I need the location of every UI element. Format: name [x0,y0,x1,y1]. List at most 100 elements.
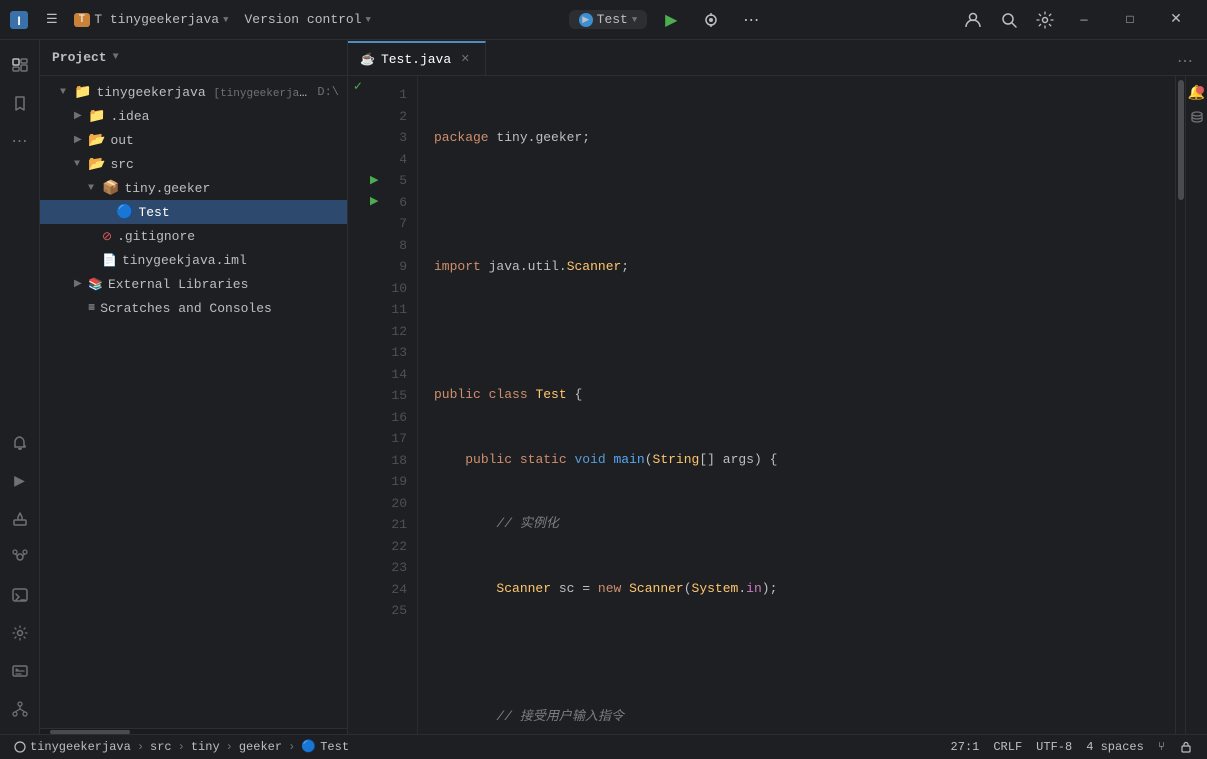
java-file-tab-icon: ☕ [360,52,375,67]
tree-item-gitignore[interactable]: ⊘ .gitignore [40,224,347,248]
vcs-button[interactable] [3,692,37,726]
tree-item-out[interactable]: ▶ 📂 out [40,128,347,152]
icon-bar-bottom: ▶ [3,464,37,726]
editor-scrollbar-track[interactable] [1175,76,1185,734]
git-branch-button[interactable]: ⑂ [1152,735,1171,759]
vcs-notifications-button[interactable]: 🔔 [1188,84,1206,102]
project-panel-title: Project [52,50,107,65]
line-num-5: ▶5 [368,170,417,192]
more-run-options-button[interactable]: ⋯ [735,4,767,36]
restore-button[interactable]: □ [1107,0,1153,40]
line-num-18: 18 [368,450,417,472]
encoding-label: UTF-8 [1036,740,1072,754]
tree-item-package[interactable]: ▼ 📦 tiny.geeker [40,176,347,200]
tree-item-src[interactable]: ▼ 📂 src [40,152,347,176]
sidebar-scrollbar-track[interactable] [40,728,347,734]
version-control-menu[interactable]: Version control ▼ [237,0,379,40]
gutter-line-6 [348,184,368,206]
breadcrumb-sep-4: › [288,740,295,754]
terminal-button[interactable] [3,578,37,612]
gutter-line-14 [348,356,368,378]
code-editor[interactable]: package tiny.geeker; import java.util.Sc… [418,76,1175,734]
line-numbers: 1 2 3 4 ▶5 ▶6 7 8 9 10 11 12 13 14 15 16 [368,76,418,734]
cursor-position-label: 27:1 [951,740,980,754]
settings-tool-button[interactable] [3,616,37,650]
run-config-name: Test [597,12,628,27]
run-tool-button[interactable]: ▶ [3,464,37,498]
line-num-15: 15 [368,385,417,407]
database-button[interactable] [1188,108,1206,126]
project-menu[interactable]: T T tinygeekerjava ▼ [66,0,237,40]
tree-item-iml[interactable]: 📄 tinygeekjava.iml [40,248,347,272]
project-path-breadcrumb[interactable]: tinygeekerjava › src › tiny › geeker › 🔵… [8,735,355,759]
tab-test-java[interactable]: ☕ Test.java ✕ [348,41,486,75]
hamburger-menu-button[interactable]: ☰ [38,0,66,40]
run-config-chevron-icon: ▼ [632,15,637,25]
title-center: ▶ Test ▼ ▶ ⋯ [379,4,957,36]
line-ending-label: CRLF [993,740,1022,754]
run-config-icon: ▶ [579,13,593,27]
breadcrumb-sep-3: › [226,740,233,754]
sidebar-scrollbar-thumb[interactable] [50,730,130,734]
editor-options-button[interactable]: ⋯ [1171,47,1199,75]
library-icon: 📚 [88,277,103,292]
editor-scrollbar-thumb[interactable] [1178,80,1184,200]
project-tool-window-button[interactable] [3,48,37,82]
line-ending-button[interactable]: CRLF [987,735,1028,759]
gutter-line-19 [348,463,368,485]
notifications-button[interactable] [3,426,37,460]
tab-close-button[interactable]: ✕ [457,51,473,67]
run-arrow-icon: ▶ [370,193,378,211]
notification-badge [1196,86,1204,94]
package-label: tiny.geeker [124,181,339,196]
code-line-1: package tiny.geeker; [434,127,1159,149]
indent-button[interactable]: 4 spaces [1080,735,1150,759]
cursor-position-button[interactable]: 27:1 [945,735,986,759]
line-num-25: 25 [368,600,417,622]
run-configuration-selector[interactable]: ▶ Test ▼ [569,10,648,29]
project-panel: Project ▼ ▼ 📁 tinygeekerjava [tinygeeker… [40,40,348,734]
search-everywhere-button[interactable] [993,4,1025,36]
code-line-2 [434,191,1159,213]
folder-icon: 📁 [88,108,105,125]
gutter-line-9 [348,248,368,270]
run-button[interactable]: ▶ [655,4,687,36]
tree-item-test-java[interactable]: 🔵 Test [40,200,347,224]
tree-item-project-root[interactable]: ▼ 📁 tinygeekerjava [tinygeekerjava] D:\ [40,80,347,104]
tree-item-external-libraries[interactable]: ▶ 📚 External Libraries [40,272,347,296]
project-root-label: tinygeekerjava [tinygeekerjava] [96,85,313,100]
profile-button[interactable] [957,4,989,36]
gitignore-icon: ⊘ [102,229,112,244]
menu-icon: ☰ [46,12,58,27]
gutter-line-3 [348,119,368,141]
code-line-9 [434,642,1159,664]
breadcrumb-project: tinygeekerjava [30,740,131,754]
scratches-label: Scratches and Consoles [100,301,339,316]
project-panel-chevron-icon: ▼ [113,52,119,63]
build-tool-button[interactable] [3,502,37,536]
lock-icon-button[interactable] [1173,735,1199,759]
breadcrumb-src: src [150,740,172,754]
more-tool-windows-button[interactable]: ⋯ [3,124,37,158]
project-tree: ▼ 📁 tinygeekerjava [tinygeekerjava] D:\ … [40,76,347,728]
terminal-emulator-button[interactable] [3,654,37,688]
idea-label: .idea [110,109,339,124]
breadcrumb-test: Test [320,740,349,754]
gutter-line-13 [348,334,368,356]
test-file-label: Test [138,205,339,220]
tree-item-idea[interactable]: ▶ 📁 .idea [40,104,347,128]
app-logo-icon: I [8,9,30,31]
debug-button[interactable] [695,4,727,36]
tree-item-scratches[interactable]: ≡ Scratches and Consoles [40,296,347,320]
encoding-button[interactable]: UTF-8 [1030,735,1078,759]
code-line-10: // 接受用户输入指令 [434,706,1159,728]
minimize-button[interactable]: — [1061,0,1107,40]
iml-icon: 📄 [102,253,117,268]
close-button[interactable]: ✕ [1153,0,1199,40]
gutter-line-2 [348,98,368,120]
package-icon: 📦 [102,180,119,197]
line-num-14: 14 [368,364,417,386]
git-tool-button[interactable] [3,540,37,574]
bookmarks-tool-button[interactable] [3,86,37,120]
settings-button[interactable] [1029,4,1061,36]
